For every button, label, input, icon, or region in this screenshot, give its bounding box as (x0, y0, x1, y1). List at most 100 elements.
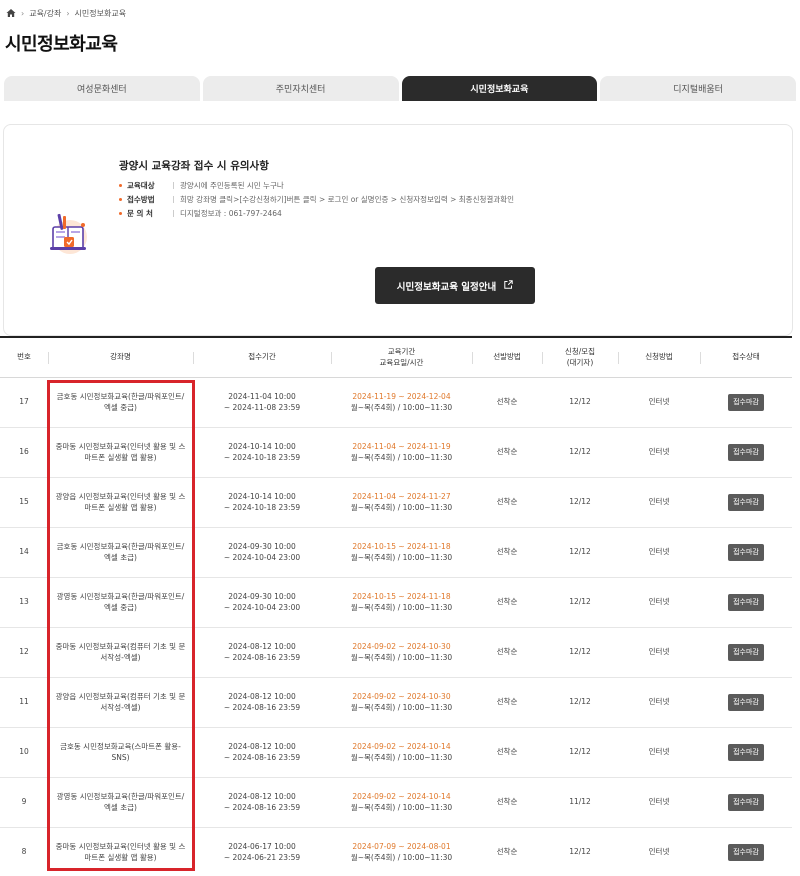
status-cell: 접수마감 (700, 428, 792, 477)
edu-period: 2024-09-02 ~ 2024-10-30 월~목(주4회) / 10:00~… (331, 628, 472, 677)
course-name-link[interactable]: 광영동 시민정보화교육(한글/파워포인트/엑셀 중급) (48, 578, 193, 627)
table-body: 17 금호동 시민정보화교육(한글/파워포인트/엑셀 중급) 2024-11-0… (0, 378, 792, 876)
header-apply-method: 신청방법 (618, 338, 700, 377)
tab-citizen-it-education[interactable]: 시민정보화교육 (401, 76, 598, 101)
receive-start: 2024-08-12 10:00 (228, 791, 296, 801)
course-name-link[interactable]: 중마동 시민정보화교육(인터넷 활용 및 스마트폰 실생활 앱 활용) (48, 828, 193, 876)
edu-date: 2024-11-04 ~ 2024-11-19 (352, 441, 451, 451)
status-badge: 접수마감 (728, 794, 764, 811)
edu-period: 2024-10-15 ~ 2024-11-18 월~목(주4회) / 10:00~… (331, 578, 472, 627)
apply-count: 12/12 (569, 547, 591, 557)
course-name-link[interactable]: 광양읍 시민정보화교육(컴퓨터 기초 및 문서작성-엑셀) (48, 678, 193, 727)
edu-period: 2024-11-19 ~ 2024-12-04 월~목(주4회) / 10:00~… (331, 378, 472, 427)
tab-women-culture-center[interactable]: 여성문화센터 (4, 76, 200, 101)
course-name-link[interactable]: 광양읍 시민정보화교육(인터넷 활용 및 스마트폰 실생활 앱 활용) (48, 478, 193, 527)
apply-method: 인터넷 (648, 847, 670, 857)
receive-start: 2024-08-12 10:00 (228, 741, 296, 751)
edu-date: 2024-09-02 ~ 2024-10-30 (352, 691, 451, 701)
apply-count: 12/12 (569, 597, 591, 607)
receive-period: 2024-08-12 10:00 ~ 2024-08-16 23:59 (193, 628, 331, 677)
receive-start: 2024-09-30 10:00 (228, 541, 296, 551)
course-name-link[interactable]: 중마동 시민정보화교육(인터넷 활용 및 스마트폰 실생활 앱 활용) (48, 428, 193, 477)
table-row[interactable]: 14 금호동 시민정보화교육(한글/파워포인트/엑셀 초급) 2024-09-3… (0, 528, 792, 578)
course-name-link[interactable]: 금호동 시민정보화교육(스마트폰 활용-SNS) (48, 728, 193, 777)
receive-start: 2024-10-14 10:00 (228, 491, 296, 501)
edu-date: 2024-11-19 ~ 2024-12-04 (352, 391, 451, 401)
receive-start: 2024-06-17 10:00 (228, 841, 296, 851)
select-method: 선착순 (496, 747, 518, 757)
apply-count: 12/12 (569, 647, 591, 657)
table-row[interactable]: 11 광양읍 시민정보화교육(컴퓨터 기초 및 문서작성-엑셀) 2024-08… (0, 678, 792, 728)
divider (173, 195, 174, 203)
breadcrumb-item[interactable]: 교육/강좌 (29, 8, 61, 19)
bullet-icon (119, 197, 122, 201)
receive-end: ~ 2024-10-18 23:59 (223, 452, 301, 462)
edu-time: 월~목(주4회) / 10:00~11:30 (350, 452, 453, 462)
edu-period: 2024-07-09 ~ 2024-08-01 월~목(주4회) / 10:00~… (331, 828, 472, 876)
row-no: 14 (19, 547, 29, 557)
page-title: 시민정보화교육 (5, 34, 118, 55)
schedule-info-button[interactable]: 시민정보화교육 일정안내 (375, 267, 535, 304)
select-method: 선착순 (496, 797, 518, 807)
table-row[interactable]: 10 금호동 시민정보화교육(스마트폰 활용-SNS) 2024-08-12 1… (0, 728, 792, 778)
status-cell: 접수마감 (700, 528, 792, 577)
status-cell: 접수마감 (700, 628, 792, 677)
notice-item: 교육대상 광양시에 주민등록된 시민 누구나 (119, 178, 514, 192)
receive-end: ~ 2024-10-04 23:00 (223, 552, 301, 562)
receive-start: 2024-08-12 10:00 (228, 641, 296, 651)
table-row[interactable]: 9 광영동 시민정보화교육(한글/파워포인트/엑셀 초급) 2024-08-12… (0, 778, 792, 828)
receive-start: 2024-11-04 10:00 (228, 391, 296, 401)
divider (173, 209, 174, 217)
receive-end: ~ 2024-06-21 23:59 (223, 852, 301, 862)
table-row[interactable]: 16 중마동 시민정보화교육(인터넷 활용 및 스마트폰 실생활 앱 활용) 2… (0, 428, 792, 478)
header-edu-period: 교육기간 교육요일/시간 (331, 338, 472, 377)
apply-method: 인터넷 (648, 797, 670, 807)
header-name: 강좌명 (48, 338, 193, 377)
course-name-link[interactable]: 중마동 시민정보화교육(컴퓨터 기초 및 문서작성-엑셀) (48, 628, 193, 677)
table-row[interactable]: 13 광영동 시민정보화교육(한글/파워포인트/엑셀 중급) 2024-09-3… (0, 578, 792, 628)
edu-period: 2024-10-15 ~ 2024-11-18 월~목(주4회) / 10:00~… (331, 528, 472, 577)
course-name-link[interactable]: 금호동 시민정보화교육(한글/파워포인트/엑셀 중급) (48, 378, 193, 427)
edu-time: 월~목(주4회) / 10:00~11:30 (350, 502, 453, 512)
tab-digital-learning[interactable]: 디지털배움터 (600, 76, 796, 101)
notice-box: 광양시 교육강좌 접수 시 유의사항 교육대상 광양시에 주민등록된 시민 누구… (3, 124, 793, 336)
header-edu-period-line2: 교육요일/시간 (379, 357, 424, 367)
row-no: 16 (19, 447, 29, 457)
notice-item-label: 접수방법 (127, 194, 155, 204)
status-badge: 접수마감 (728, 644, 764, 661)
receive-end: ~ 2024-08-16 23:59 (223, 652, 301, 662)
edu-date: 2024-10-15 ~ 2024-11-18 (352, 591, 451, 601)
header-receive-period: 접수기간 (193, 338, 331, 377)
apply-method: 인터넷 (648, 697, 670, 707)
edu-date: 2024-09-02 ~ 2024-10-14 (352, 741, 451, 751)
header-count: 신청/모집 (대기자) (542, 338, 618, 377)
table-row[interactable]: 15 광양읍 시민정보화교육(인터넷 활용 및 스마트폰 실생활 앱 활용) 2… (0, 478, 792, 528)
header-edu-period-line1: 교육기간 (387, 347, 416, 357)
status-cell: 접수마감 (700, 678, 792, 727)
row-no: 9 (21, 797, 27, 807)
select-method: 선착순 (496, 647, 518, 657)
status-badge: 접수마감 (728, 394, 764, 411)
edu-date: 2024-11-04 ~ 2024-11-27 (352, 491, 451, 501)
receive-period: 2024-11-04 10:00 ~ 2024-11-08 23:59 (193, 378, 331, 427)
receive-start: 2024-10-14 10:00 (228, 441, 296, 451)
table-row[interactable]: 17 금호동 시민정보화교육(한글/파워포인트/엑셀 중급) 2024-11-0… (0, 378, 792, 428)
course-name-link[interactable]: 광영동 시민정보화교육(한글/파워포인트/엑셀 초급) (48, 778, 193, 827)
select-method: 선착순 (496, 397, 518, 407)
row-no: 13 (19, 597, 29, 607)
receive-period: 2024-08-12 10:00 ~ 2024-08-16 23:59 (193, 778, 331, 827)
table-row[interactable]: 8 중마동 시민정보화교육(인터넷 활용 및 스마트폰 실생활 앱 활용) 20… (0, 828, 792, 876)
status-cell: 접수마감 (700, 828, 792, 876)
divider (173, 181, 174, 189)
breadcrumb-item-current[interactable]: 시민정보화교육 (75, 8, 127, 19)
status-badge: 접수마감 (728, 494, 764, 511)
tab-resident-autonomy-center[interactable]: 주민자치센터 (202, 76, 399, 101)
apply-method: 인터넷 (648, 597, 670, 607)
course-name-link[interactable]: 금호동 시민정보화교육(한글/파워포인트/엑셀 초급) (48, 528, 193, 577)
table-row[interactable]: 12 중마동 시민정보화교육(컴퓨터 기초 및 문서작성-엑셀) 2024-08… (0, 628, 792, 678)
apply-count: 12/12 (569, 747, 591, 757)
home-icon[interactable] (6, 8, 16, 18)
apply-count: 11/12 (569, 797, 591, 807)
receive-start: 2024-09-30 10:00 (228, 591, 296, 601)
receive-period: 2024-06-17 10:00 ~ 2024-06-21 23:59 (193, 828, 331, 876)
